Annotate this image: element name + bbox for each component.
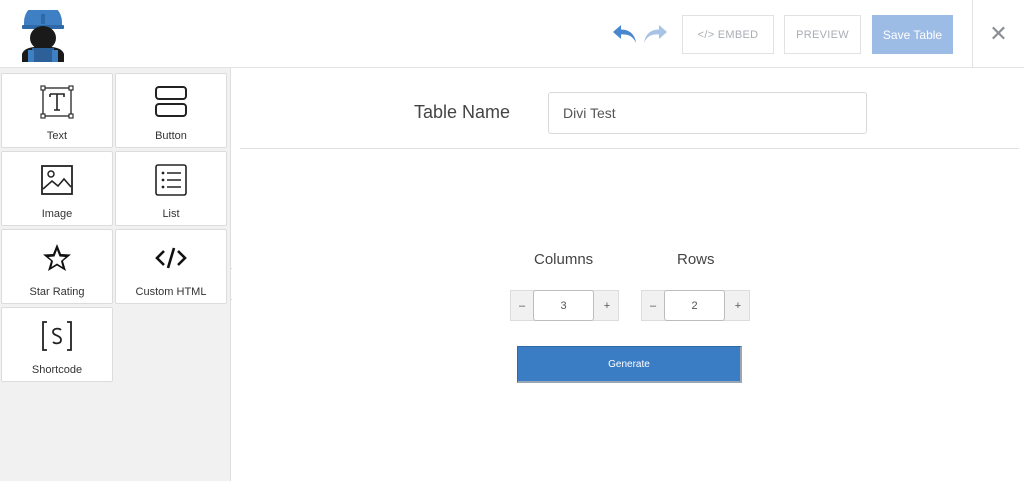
undo-icon	[613, 25, 636, 43]
element-tile-button[interactable]: Button	[115, 73, 227, 148]
shortcode-icon	[2, 318, 112, 354]
redo-button[interactable]	[641, 22, 669, 46]
element-tile-custom-html[interactable]: Custom HTML	[115, 229, 227, 304]
rows-increment-button[interactable]: +	[727, 291, 749, 320]
code-icon	[116, 240, 226, 276]
top-bar: </> EMBED PREVIEW Save Table ✕	[0, 0, 1024, 68]
redo-icon	[644, 25, 667, 43]
close-button[interactable]: ✕	[972, 0, 1024, 68]
columns-increment-button[interactable]: +	[596, 291, 618, 320]
generate-button[interactable]: Generate	[517, 346, 742, 383]
rows-decrement-button[interactable]: –	[642, 291, 664, 320]
close-icon: ✕	[989, 21, 1008, 46]
preview-button[interactable]: PREVIEW	[784, 15, 861, 54]
columns-stepper: – +	[510, 290, 619, 321]
element-tile-star-rating[interactable]: Star Rating	[1, 229, 113, 304]
divider	[240, 148, 1019, 149]
columns-input[interactable]	[533, 290, 594, 321]
element-tile-label: Text	[46, 130, 68, 142]
text-icon	[2, 84, 112, 120]
element-tile-label: Shortcode	[31, 364, 83, 376]
element-tile-shortcode[interactable]: Shortcode	[1, 307, 113, 382]
element-tile-label: Star Rating	[29, 286, 85, 298]
element-tile-label: Image	[41, 208, 73, 220]
image-icon	[2, 162, 112, 198]
columns-label: Columns	[534, 251, 594, 268]
element-tile-image[interactable]: Image	[1, 151, 113, 226]
element-tile-text[interactable]: Text	[1, 73, 113, 148]
rows-input[interactable]	[664, 290, 725, 321]
table-name-input[interactable]	[548, 92, 867, 134]
element-tile-label: List	[162, 208, 180, 220]
star-icon	[2, 240, 112, 276]
save-table-button[interactable]: Save Table	[872, 15, 953, 54]
rows-stepper: – +	[641, 290, 750, 321]
columns-decrement-button[interactable]: –	[511, 291, 533, 320]
list-icon	[116, 162, 226, 198]
button-icon	[116, 84, 226, 120]
element-tile-label: Button	[155, 130, 187, 142]
rows-label: Rows	[677, 251, 715, 268]
element-tile-label: Custom HTML	[135, 286, 207, 298]
undo-button[interactable]	[611, 22, 639, 46]
table-name-label: Table Name	[414, 102, 511, 122]
embed-button[interactable]: </> EMBED	[682, 15, 774, 54]
element-tile-list[interactable]: List	[115, 151, 227, 226]
element-sidebar: Text Button Image List Star Rating Custo…	[0, 68, 231, 481]
worker-avatar-icon	[22, 3, 64, 62]
logo	[18, 3, 68, 62]
